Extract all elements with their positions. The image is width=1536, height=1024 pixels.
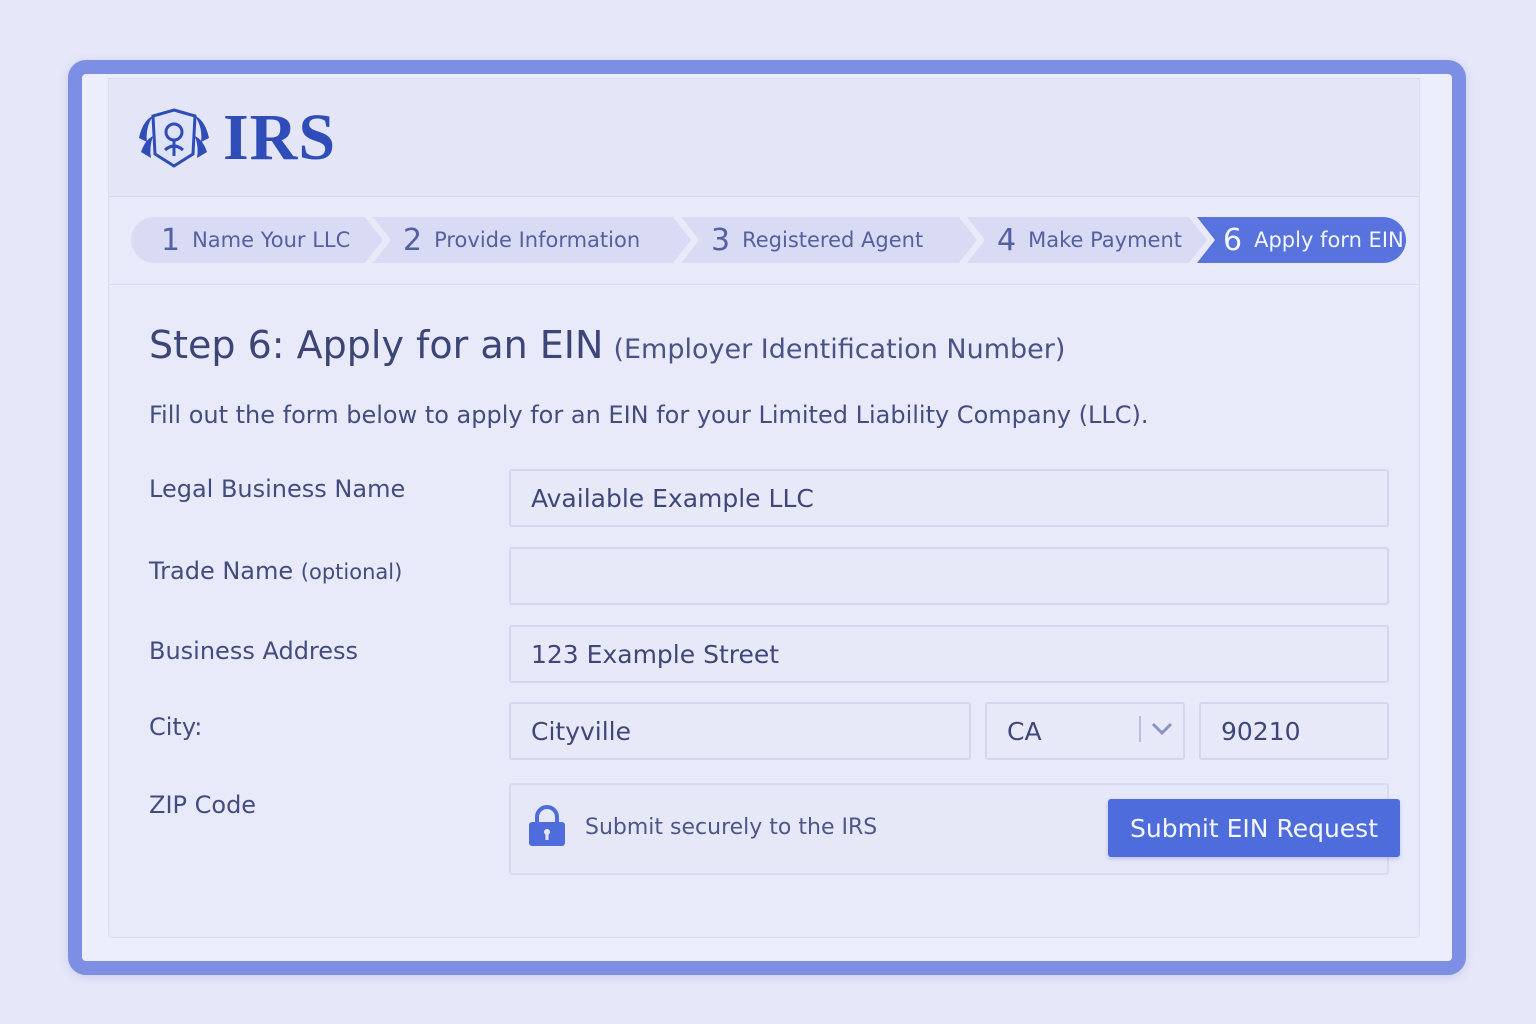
submit-panel: Submit securely to the IRS Submit EIN Re… — [509, 783, 1400, 875]
trade-name-hint: (optional) — [300, 560, 403, 584]
page-heading: Step 6: Apply for an EIN (Employer Ident… — [149, 323, 1379, 367]
step-name-your-llc[interactable]: 1 Name Your LLC — [131, 217, 383, 263]
step-number: 3 — [711, 222, 731, 258]
step-number: 6 — [1223, 222, 1243, 258]
site-header: IRS — [109, 79, 1419, 197]
submit-ein-request-button[interactable]: Submit EIN Request — [1108, 799, 1400, 857]
zip-input[interactable]: 90210 — [1199, 702, 1389, 760]
legal-name-label: Legal Business Name — [149, 475, 406, 503]
logo-text: IRS — [223, 100, 337, 174]
state-select[interactable]: CA — [985, 702, 1185, 760]
state-value: CA — [1007, 716, 1042, 746]
trade-name-label-text: Trade Name — [149, 557, 294, 585]
main-content: Step 6: Apply for an EIN (Employer Ident… — [109, 285, 1419, 889]
step-label: Make Payment — [1028, 228, 1183, 252]
secure-submit-text: Submit securely to the IRS — [585, 815, 878, 840]
step-number: 1 — [161, 222, 181, 258]
irs-seal-icon — [139, 107, 209, 168]
legal-name-input[interactable]: Available Example LLC — [509, 469, 1389, 527]
ein-form: Legal Business Name Available Example LL… — [149, 469, 1400, 889]
page-description: Fill out the form below to apply for an … — [149, 401, 1149, 429]
step-number: 2 — [403, 222, 423, 258]
step-label: Registered Agent — [742, 228, 924, 252]
progress-steps: 1 Name Your LLC 2 Provide Information 3 … — [109, 197, 1419, 285]
irs-logo[interactable]: IRS — [135, 100, 336, 176]
city-label: City: — [149, 713, 203, 741]
zip-value: 90210 — [1221, 716, 1301, 746]
step-make-payment[interactable]: 4 Make Payment — [967, 217, 1207, 263]
chevron-down-icon — [1139, 716, 1173, 742]
city-input[interactable]: Cityville — [509, 702, 971, 760]
zip-label: ZIP Code — [149, 791, 257, 819]
address-value: 123 Example Street — [531, 639, 780, 669]
app-window: IRS 1 Name Your LLC 2 Provide Informatio… — [108, 78, 1420, 938]
step-registered-agent[interactable]: 3 Registered Agent — [681, 217, 977, 263]
address-label: Business Address — [149, 637, 359, 665]
page-subtitle: (Employer Identification Number) — [613, 334, 1066, 365]
step-number: 4 — [997, 222, 1017, 258]
trade-name-label: Trade Name (optional) — [149, 557, 402, 585]
step-label: Name Your LLC — [192, 228, 351, 252]
step-label: Apply forn EIN — [1254, 228, 1404, 252]
trade-name-input[interactable] — [509, 547, 1389, 605]
step-apply-for-ein[interactable]: 6 Apply forn EIN — [1197, 217, 1406, 263]
legal-name-value: Available Example LLC — [531, 483, 814, 513]
lock-icon — [529, 805, 565, 846]
browser-frame: IRS 1 Name Your LLC 2 Provide Informatio… — [68, 60, 1466, 975]
city-value: Cityville — [531, 716, 632, 746]
step-label: Provide Information — [434, 228, 641, 252]
page-title: Step 6: Apply for an EIN — [149, 323, 604, 367]
step-provide-information[interactable]: 2 Provide Information — [373, 217, 691, 263]
address-input[interactable]: 123 Example Street — [509, 625, 1389, 683]
